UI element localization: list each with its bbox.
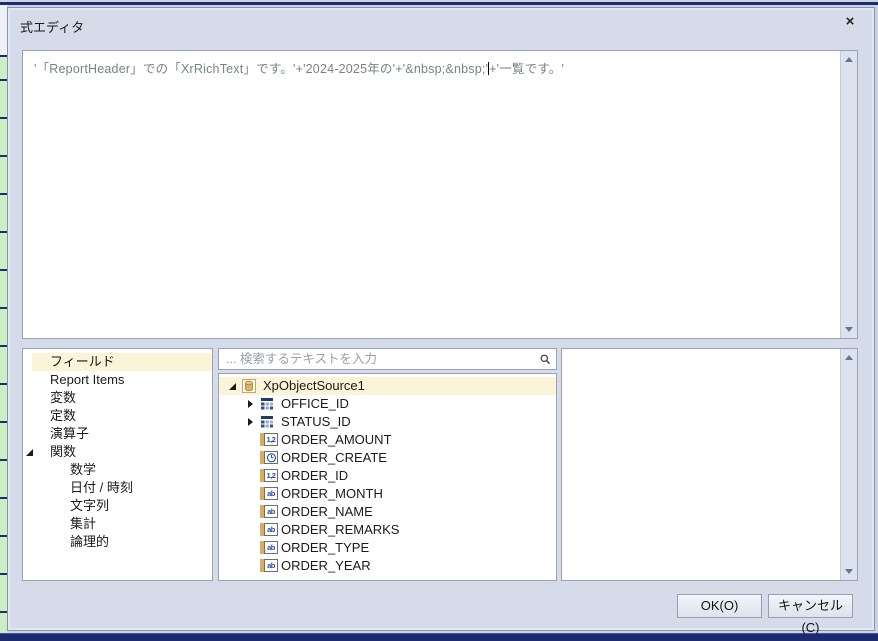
dialog-title: 式エディタ (20, 20, 85, 35)
tree-item-label: ORDER_CREATE (281, 450, 387, 465)
category-item-report-items[interactable]: Report Items (23, 371, 212, 389)
category-panel: フィールド Report Items 変数 定数 演算子 関数 数学 日付 / … (22, 348, 213, 581)
category-item-operators[interactable]: 演算子 (23, 425, 212, 443)
field-tree: XpObjectSource1 OFFICE_ID STATUS_ID 1,2 … (219, 374, 556, 575)
tree-item-label: ORDER_YEAR (281, 558, 371, 573)
category-label: 変数 (50, 390, 77, 405)
screen: 式エディタ × '「ReportHeader」での「XrRichText」です。… (0, 0, 878, 641)
category-label: 定数 (50, 408, 77, 423)
scroll-up-icon[interactable] (845, 355, 853, 360)
tree-item-order-month[interactable]: ab ORDER_MONTH (219, 485, 556, 503)
category-label: 数学 (70, 462, 97, 477)
tree-item-label: ORDER_ID (281, 468, 349, 483)
string-field-icon: ab (260, 487, 278, 500)
tree-item-label: ORDER_MONTH (281, 486, 383, 501)
search-box (218, 348, 557, 370)
expression-after-caret: +'一覧です。' (489, 62, 565, 76)
description-scrollbar[interactable] (840, 349, 857, 580)
field-tree-panel: XpObjectSource1 OFFICE_ID STATUS_ID 1,2 … (218, 373, 557, 581)
ok-button[interactable]: OK(O) (677, 594, 762, 618)
numeric-field-icon: 1,2 (260, 469, 278, 482)
tree-item-order-amount[interactable]: 1,2 ORDER_AMOUNT (219, 431, 556, 449)
search-input[interactable] (221, 350, 531, 368)
datasource-icon (242, 379, 256, 393)
tree-item-order-name[interactable]: ab ORDER_NAME (219, 503, 556, 521)
tree-item-datasource[interactable]: XpObjectSource1 (219, 377, 556, 395)
numeric-field-icon: 1,2 (260, 433, 278, 446)
category-label: フィールド (50, 354, 115, 369)
tree-item-label: ORDER_AMOUNT (281, 432, 392, 447)
tree-item-label: STATUS_ID (281, 414, 351, 429)
backdrop-left-grid (0, 5, 7, 633)
category-label: 文字列 (70, 498, 110, 513)
string-field-icon: ab (260, 523, 278, 536)
table-icon (261, 416, 273, 428)
category-item-constants[interactable]: 定数 (23, 407, 212, 425)
tree-item-label: ORDER_TYPE (281, 540, 370, 555)
expression-text: '「ReportHeader」での「XrRichText」です。'+'2024-… (23, 51, 839, 338)
scroll-down-icon[interactable] (845, 327, 853, 332)
expression-scrollbar[interactable] (840, 51, 857, 338)
category-item-variables[interactable]: 変数 (23, 389, 212, 407)
category-item-fields[interactable]: フィールド (23, 353, 212, 371)
category-label: 日付 / 時刻 (70, 480, 133, 495)
table-icon (261, 398, 273, 410)
expression-editor-dialog: 式エディタ × '「ReportHeader」での「XrRichText」です。… (7, 7, 875, 635)
category-label: 関数 (50, 444, 77, 459)
close-icon[interactable]: × (839, 12, 861, 32)
description-panel (561, 348, 858, 581)
category-label: 演算子 (50, 426, 90, 441)
category-label: 論理的 (70, 534, 110, 549)
expanded-triangle-icon[interactable] (229, 383, 236, 390)
category-item-logical[interactable]: 論理的 (23, 533, 212, 551)
string-field-icon: ab (260, 559, 278, 572)
tree-item-order-create[interactable]: ORDER_CREATE (219, 449, 556, 467)
category-item-math[interactable]: 数学 (23, 461, 212, 479)
expanded-triangle-icon[interactable] (26, 449, 33, 456)
tree-item-order-remarks[interactable]: ab ORDER_REMARKS (219, 521, 556, 539)
category-item-datetime[interactable]: 日付 / 時刻 (23, 479, 212, 497)
tree-item-office-id[interactable]: OFFICE_ID (219, 395, 556, 413)
tree-item-label: OFFICE_ID (281, 396, 349, 411)
category-list: フィールド Report Items 変数 定数 演算子 関数 数学 日付 / … (23, 349, 212, 551)
category-label: Report Items (50, 372, 125, 387)
backdrop-left-top (0, 5, 7, 57)
search-icon (540, 354, 551, 365)
cancel-button[interactable]: キャンセル(C) (768, 594, 853, 635)
tree-item-label: ORDER_NAME (281, 504, 373, 519)
backdrop-top-line (0, 2, 878, 5)
tree-item-order-year[interactable]: ab ORDER_YEAR (219, 557, 556, 575)
category-item-aggregate[interactable]: 集計 (23, 515, 212, 533)
category-item-functions[interactable]: 関数 (23, 443, 212, 461)
expression-editor[interactable]: '「ReportHeader」での「XrRichText」です。'+'2024-… (22, 50, 858, 339)
tree-item-label: ORDER_REMARKS (281, 522, 400, 537)
string-field-icon: ab (260, 505, 278, 518)
datetime-field-icon (260, 451, 278, 464)
scroll-up-icon[interactable] (845, 57, 853, 62)
tree-item-status-id[interactable]: STATUS_ID (219, 413, 556, 431)
scroll-down-icon[interactable] (845, 569, 853, 574)
collapsed-triangle-icon[interactable] (248, 418, 253, 426)
tree-item-label: XpObjectSource1 (263, 378, 365, 393)
category-item-string[interactable]: 文字列 (23, 497, 212, 515)
expression-before-caret: '「ReportHeader」での「XrRichText」です。'+'2024-… (34, 62, 489, 76)
string-field-icon: ab (260, 541, 278, 554)
collapsed-triangle-icon[interactable] (248, 400, 253, 408)
category-label: 集計 (70, 516, 97, 531)
tree-item-order-type[interactable]: ab ORDER_TYPE (219, 539, 556, 557)
backdrop-bottom-bar (0, 633, 878, 641)
tree-item-order-id[interactable]: 1,2 ORDER_ID (219, 467, 556, 485)
